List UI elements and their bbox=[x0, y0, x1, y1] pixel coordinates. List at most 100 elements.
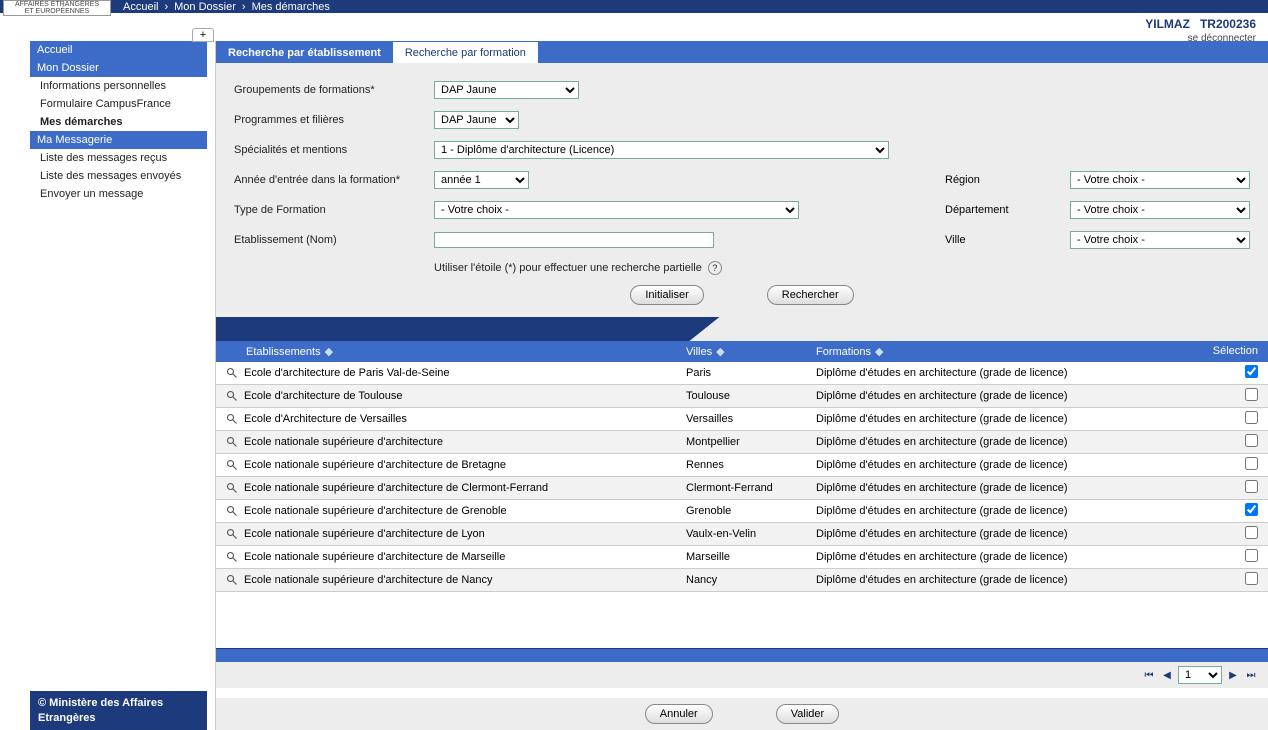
col-villes[interactable]: Villes bbox=[686, 346, 712, 358]
col-selection: Sélection bbox=[1213, 345, 1258, 357]
select-programmes[interactable]: DAP Jaune bbox=[434, 111, 519, 129]
select-ville[interactable]: - Votre choix - bbox=[1070, 231, 1250, 249]
magnify-icon[interactable] bbox=[226, 436, 238, 448]
selection-checkbox[interactable] bbox=[1245, 526, 1258, 539]
breadcrumb-item[interactable]: Mes démarches bbox=[252, 1, 330, 13]
table-row: Ecole nationale supérieure d'architectur… bbox=[216, 523, 1268, 546]
formation-cell: Diplôme d'études en architecture (grade … bbox=[816, 574, 1188, 586]
formation-cell: Diplôme d'études en architecture (grade … bbox=[816, 413, 1188, 425]
nav-item[interactable]: Mes démarches bbox=[30, 113, 207, 131]
nav-header[interactable]: Ma Messagerie bbox=[30, 131, 207, 149]
page-select[interactable]: 1 bbox=[1178, 666, 1222, 684]
nav-header[interactable]: Mon Dossier bbox=[30, 59, 207, 77]
magnify-icon[interactable] bbox=[226, 413, 238, 425]
nav-item[interactable]: Liste des messages reçus bbox=[30, 149, 207, 167]
add-tab-button[interactable]: + bbox=[192, 28, 214, 42]
label-type: Type de Formation bbox=[234, 204, 434, 216]
formation-cell: Diplôme d'études en architecture (grade … bbox=[816, 390, 1188, 402]
selection-checkbox[interactable] bbox=[1245, 480, 1258, 493]
table-row: Ecole nationale supérieure d'architectur… bbox=[216, 546, 1268, 569]
next-page-button[interactable]: ▶ bbox=[1226, 668, 1240, 682]
breadcrumb-item[interactable]: Accueil bbox=[123, 1, 158, 13]
selection-checkbox[interactable] bbox=[1245, 457, 1258, 470]
last-page-button[interactable]: ⏭ bbox=[1244, 668, 1258, 682]
select-region[interactable]: - Votre choix - bbox=[1070, 171, 1250, 189]
table-row: Ecole nationale supérieure d'architectur… bbox=[216, 477, 1268, 500]
select-annee[interactable]: année 1 bbox=[434, 171, 529, 189]
selection-checkbox[interactable] bbox=[1245, 503, 1258, 516]
magnify-icon[interactable] bbox=[226, 528, 238, 540]
sort-icon[interactable]: ◆ bbox=[716, 345, 722, 351]
tabs: Recherche par établissement Recherche pa… bbox=[216, 41, 1268, 63]
label-specialites: Spécialités et mentions bbox=[234, 144, 434, 156]
ville-cell: Toulouse bbox=[686, 390, 816, 402]
nav-item[interactable]: Formulaire CampusFrance bbox=[30, 95, 207, 113]
etablissement-link[interactable]: Ecole d'architecture de Toulouse bbox=[244, 390, 402, 402]
first-page-button[interactable]: ⏮ bbox=[1142, 668, 1156, 682]
etablissement-link[interactable]: Ecole nationale supérieure d'architectur… bbox=[244, 528, 485, 540]
sort-icon[interactable]: ◆ bbox=[325, 345, 331, 351]
select-specialites[interactable]: 1 - Diplôme d'architecture (Licence) bbox=[434, 141, 889, 159]
etablissement-link[interactable]: Ecole nationale supérieure d'architectur… bbox=[244, 459, 506, 471]
sidebar: AccueilMon DossierInformations personnel… bbox=[0, 41, 215, 730]
tab-search-formation[interactable]: Recherche par formation bbox=[393, 41, 538, 63]
select-groupements[interactable]: DAP Jaune bbox=[434, 81, 579, 99]
nav-header[interactable]: Accueil bbox=[30, 41, 207, 59]
nav-item[interactable]: Informations personnelles bbox=[30, 77, 207, 95]
magnify-icon[interactable] bbox=[226, 459, 238, 471]
breadcrumb-item[interactable]: Mon Dossier bbox=[174, 1, 236, 13]
magnify-icon[interactable] bbox=[226, 505, 238, 517]
sort-icon[interactable]: ◆ bbox=[875, 345, 881, 351]
col-etablissements[interactable]: Etablissements bbox=[246, 346, 321, 358]
label-etablissement: Etablissement (Nom) bbox=[234, 234, 434, 246]
search-form: Groupements de formations* DAP Jaune Pro… bbox=[216, 63, 1268, 317]
hint-text: Utiliser l'étoile (*) pour effectuer une… bbox=[434, 262, 702, 274]
magnify-icon[interactable] bbox=[226, 574, 238, 586]
selection-checkbox[interactable] bbox=[1245, 572, 1258, 585]
magnify-icon[interactable] bbox=[226, 390, 238, 402]
horizontal-scrollbar[interactable] bbox=[216, 648, 1268, 662]
table-header: Etablissements ◆ Villes ◆ Formations ◆ Séle… bbox=[216, 341, 1268, 362]
selection-checkbox[interactable] bbox=[1245, 434, 1258, 447]
user-bar: YILMAZ TR200236 se déconnecter bbox=[0, 13, 1268, 41]
label-ville: Ville bbox=[945, 234, 1070, 246]
label-programmes: Programmes et filières bbox=[234, 114, 434, 126]
table-row: Ecole d'Architecture de VersaillesVersai… bbox=[216, 408, 1268, 431]
select-type[interactable]: - Votre choix - bbox=[434, 201, 799, 219]
col-formations[interactable]: Formations bbox=[816, 346, 871, 358]
table-row: Ecole nationale supérieure d'architectur… bbox=[216, 454, 1268, 477]
tab-search-establishment[interactable]: Recherche par établissement bbox=[216, 41, 393, 63]
cancel-button[interactable]: Annuler bbox=[645, 704, 713, 724]
etablissement-link[interactable]: Ecole d'Architecture de Versailles bbox=[244, 413, 407, 425]
label-annee: Année d'entrée dans la formation* bbox=[234, 174, 434, 186]
breadcrumb-bar: Accueil › Mon Dossier › Mes démarches bbox=[0, 0, 1268, 13]
magnify-icon[interactable] bbox=[226, 367, 238, 379]
formation-cell: Diplôme d'études en architecture (grade … bbox=[816, 551, 1188, 563]
etablissement-link[interactable]: Ecole nationale supérieure d'architectur… bbox=[244, 505, 507, 517]
etablissement-link[interactable]: Ecole nationale supérieure d'architectur… bbox=[244, 551, 505, 563]
etablissement-link[interactable]: Ecole nationale supérieure d'architectur… bbox=[244, 482, 548, 494]
validate-button[interactable]: Valider bbox=[776, 704, 839, 724]
selection-checkbox[interactable] bbox=[1245, 549, 1258, 562]
table-row: Ecole nationale supérieure d'architectur… bbox=[216, 569, 1268, 592]
select-departement[interactable]: - Votre choix - bbox=[1070, 201, 1250, 219]
user-name: YILMAZ bbox=[1145, 17, 1190, 31]
nav-item[interactable]: Envoyer un message bbox=[30, 185, 207, 203]
formation-cell: Diplôme d'études en architecture (grade … bbox=[816, 528, 1188, 540]
table-row: Ecole d'architecture de Toulouse Toulouse… bbox=[216, 385, 1268, 408]
ville-cell: Montpellier bbox=[686, 436, 816, 448]
selection-checkbox[interactable] bbox=[1245, 365, 1258, 378]
search-button[interactable]: Rechercher bbox=[767, 285, 854, 305]
selection-checkbox[interactable] bbox=[1245, 388, 1258, 401]
selection-checkbox[interactable] bbox=[1245, 411, 1258, 424]
magnify-icon[interactable] bbox=[226, 482, 238, 494]
nav-item[interactable]: Liste des messages envoyés bbox=[30, 167, 207, 185]
etablissement-link[interactable]: Ecole nationale supérieure d'architectur… bbox=[244, 436, 443, 448]
initialize-button[interactable]: Initialiser bbox=[630, 285, 703, 305]
prev-page-button[interactable]: ◀ bbox=[1160, 668, 1174, 682]
help-icon[interactable]: ? bbox=[708, 261, 722, 275]
etablissement-link[interactable]: Ecole d'architecture de Paris Val-de-Sei… bbox=[244, 367, 450, 379]
magnify-icon[interactable] bbox=[226, 551, 238, 563]
etablissement-link[interactable]: Ecole nationale supérieure d'architectur… bbox=[244, 574, 493, 586]
input-etablissement[interactable] bbox=[434, 232, 714, 248]
